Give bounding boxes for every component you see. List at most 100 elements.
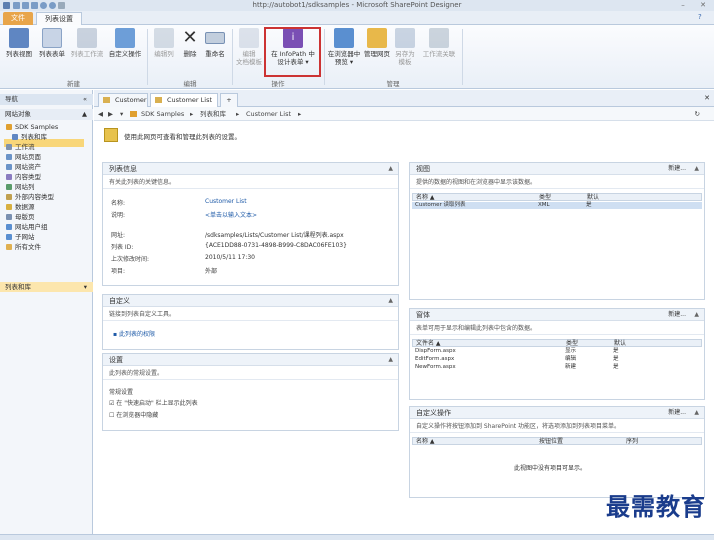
- close-tab-icon[interactable]: ✕: [704, 94, 710, 102]
- table-row[interactable]: Customer 读取列表 XML 是: [412, 202, 702, 209]
- new-custom-action-button[interactable]: 新建...: [668, 408, 686, 418]
- breadcrumb-sdk-samples[interactable]: SDK Samples: [141, 107, 184, 121]
- customization-panel: 自定义 ▲ 链接到列表自定义工具。 ▪ 此列表的权限: [102, 294, 399, 350]
- view-default: 是: [586, 202, 592, 208]
- up-icon[interactable]: ▾: [120, 107, 123, 121]
- table-row[interactable]: DispForm.aspx 显示是: [412, 348, 702, 355]
- breadcrumb-separator: ▸: [298, 110, 302, 118]
- nav-item-site-groups[interactable]: 网站用户组: [6, 223, 48, 232]
- collapse-icon[interactable]: ▲: [388, 163, 393, 175]
- nav-item-content-types[interactable]: 内容类型: [6, 173, 41, 182]
- nav-item-all-files[interactable]: 所有文件: [6, 243, 41, 252]
- nav-item-external-content-types[interactable]: 外部内容类型: [6, 193, 54, 202]
- col-default[interactable]: 默认: [587, 194, 599, 201]
- col-filename[interactable]: 文件名 ▲: [416, 340, 441, 347]
- list-form-button[interactable]: 列表表单: [36, 28, 68, 58]
- save-as-template-button[interactable]: 另存为 模板: [392, 28, 418, 66]
- list-view-button[interactable]: 列表视图: [3, 28, 35, 58]
- col-name[interactable]: 名称 ▲: [416, 438, 435, 445]
- forms-table-header: 文件名 ▲ 类型 默认: [412, 339, 702, 347]
- nav-item-workflows[interactable]: 工作流: [6, 143, 35, 152]
- delete-button[interactable]: ✕ 删除: [179, 28, 201, 59]
- tab-customer[interactable]: Customer: [98, 93, 148, 107]
- group-manage-label: 管理: [386, 80, 400, 88]
- nav-item-site-assets[interactable]: 网站资产: [6, 163, 41, 172]
- settings-header[interactable]: 设置 ▲: [103, 354, 398, 366]
- col-name[interactable]: 名称 ▲: [416, 194, 435, 201]
- refresh-icon[interactable]: ↻: [695, 107, 700, 121]
- collapse-icon[interactable]: ▲: [388, 354, 393, 366]
- list-info-header[interactable]: 列表信息 ▲: [103, 163, 398, 175]
- table-row[interactable]: NewForm.aspx 新建是: [412, 364, 702, 371]
- group-edit-label: 编辑: [183, 80, 197, 88]
- field-label: 列表 ID:: [111, 244, 134, 251]
- nav-item-data-sources[interactable]: 数据源: [6, 203, 35, 212]
- manage-pages-button[interactable]: 管理网页: [363, 28, 391, 58]
- nav-item-lists[interactable]: 列表和库: [12, 133, 47, 142]
- col-type[interactable]: 类型: [566, 340, 578, 347]
- close-button[interactable]: ✕: [696, 1, 710, 10]
- new-view-button[interactable]: 新建...: [668, 164, 686, 174]
- ribbon: 列表视图 列表表单 列表工作流 自定义操作 新建 编辑列 ✕ 删除 重命名 编辑 …: [0, 25, 714, 89]
- nav-item-master-pages[interactable]: 母版页: [6, 213, 35, 222]
- views-header[interactable]: 视图 新建... ▲: [410, 163, 704, 175]
- breadcrumb-lists[interactable]: 列表和库: [200, 107, 226, 121]
- collapse-icon[interactable]: ▲: [694, 309, 699, 321]
- subsite-icon: [6, 234, 12, 240]
- new-form-button[interactable]: 新建...: [668, 310, 686, 320]
- assets-icon: [6, 164, 12, 170]
- collapse-icon[interactable]: «: [83, 94, 87, 105]
- edit-column-button[interactable]: 编辑列: [150, 28, 178, 58]
- tab-list-settings[interactable]: 列表设置: [36, 12, 82, 26]
- preview-in-browser-button[interactable]: 在浏览器中 预览 ▾: [326, 28, 362, 66]
- col-type[interactable]: 类型: [539, 194, 551, 201]
- page-summary: 使用此网页可查看和管理此列表的设置。: [124, 133, 241, 141]
- quick-launch-checkbox[interactable]: ☑ 在 "快速启动" 栏上显示此列表: [109, 398, 198, 407]
- nav-item-site-columns[interactable]: 网站列: [6, 183, 35, 192]
- custom-action-button[interactable]: 自定义操作: [106, 28, 144, 58]
- nav-item-site-pages[interactable]: 网站页面: [6, 153, 41, 162]
- collapse-icon[interactable]: ▲: [694, 407, 699, 419]
- content-type-icon: [6, 174, 12, 180]
- collapse-icon[interactable]: ▲: [388, 295, 393, 307]
- help-icon[interactable]: ?: [698, 13, 702, 21]
- new-tab-button[interactable]: +: [220, 93, 238, 107]
- master-page-icon: [6, 214, 12, 220]
- separator: [232, 29, 233, 85]
- minimize-button[interactable]: –: [676, 1, 690, 10]
- modified-value: 2010/5/11 17:30: [205, 254, 255, 261]
- nav-item-subsites[interactable]: 子网站: [6, 233, 35, 242]
- collapse-icon[interactable]: ▲: [694, 163, 699, 175]
- hide-in-browser-checkbox[interactable]: ☐ 在浏览器中隐藏: [109, 410, 158, 419]
- customization-header[interactable]: 自定义 ▲: [103, 295, 398, 307]
- nav-item-sdk-samples[interactable]: SDK Samples: [6, 123, 58, 132]
- permissions-link[interactable]: ▪ 此列表的权限: [113, 329, 155, 338]
- list-workflow-button[interactable]: 列表工作流: [69, 28, 105, 58]
- col-button-location[interactable]: 按钮位置: [539, 438, 563, 445]
- col-default[interactable]: 默认: [614, 340, 626, 347]
- pin-icon[interactable]: ▲: [82, 109, 87, 120]
- tab-file[interactable]: 文件: [3, 12, 33, 25]
- list-name-value[interactable]: Customer List: [205, 198, 247, 205]
- rename-button[interactable]: 重命名: [202, 28, 228, 58]
- col-sequence[interactable]: 序列: [626, 438, 638, 445]
- title-bar: http://autobot1/sdksamples - Microsoft S…: [0, 0, 714, 11]
- breadcrumb-separator: ▸: [236, 110, 240, 118]
- back-icon[interactable]: ◀: [98, 107, 103, 121]
- url-value: /sdksamples/Lists/Customer List/课程列表.asp…: [205, 232, 344, 239]
- edit-document-template-button[interactable]: 编辑 文档模板: [234, 28, 264, 66]
- table-row[interactable]: EditForm.aspx 编辑是: [412, 356, 702, 363]
- custom-actions-header[interactable]: 自定义操作 新建... ▲: [410, 407, 704, 419]
- views-desc: 提供的数据的视图和在浏览器中显示该数据。: [410, 175, 704, 189]
- forms-header[interactable]: 窗体 新建... ▲: [410, 309, 704, 321]
- workflow-association-button[interactable]: 工作流关联: [419, 28, 459, 58]
- breadcrumb-customer-list[interactable]: Customer List: [246, 107, 291, 121]
- nav-footer-lists[interactable]: 列表和库 ▾: [0, 282, 93, 292]
- forward-icon[interactable]: ▶: [108, 107, 113, 121]
- settings-panel: 设置 ▲ 此列表的常规设置。 常规设置 ☑ 在 "快速启动" 栏上显示此列表 ☐ …: [102, 353, 399, 431]
- description-value[interactable]: <单击以输入文本>: [205, 210, 257, 219]
- views-panel: 视图 新建... ▲ 提供的数据的视图和在浏览器中显示该数据。 名称 ▲ 类型 默认…: [409, 162, 705, 300]
- tab-customer-list[interactable]: Customer List: [150, 93, 218, 107]
- field-label: 说明:: [111, 212, 126, 219]
- nav-section-header: 网站对象 ▲: [0, 109, 93, 120]
